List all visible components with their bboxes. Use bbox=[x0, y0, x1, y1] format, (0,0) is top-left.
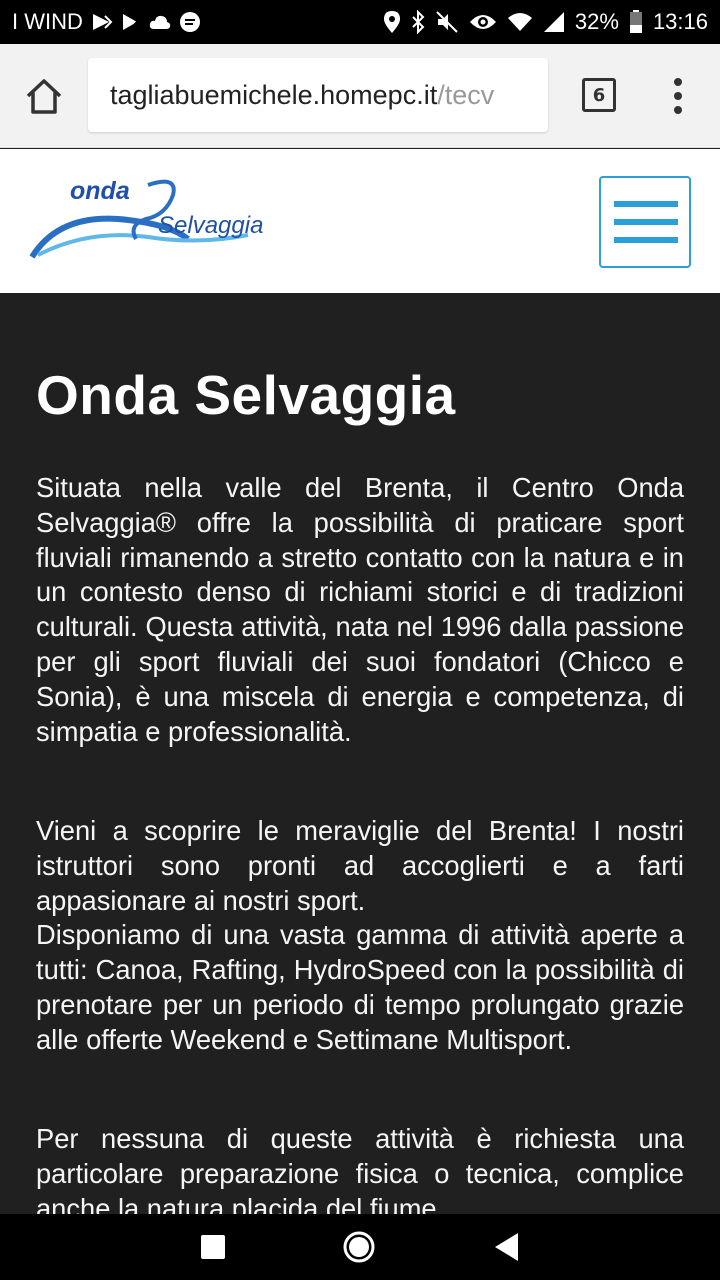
bluetooth-icon bbox=[411, 10, 425, 34]
main-content: Onda Selvaggia Situata nella valle del B… bbox=[0, 293, 720, 1214]
discover-paragraph-group: Vieni a scoprire le meraviglie del Brent… bbox=[36, 814, 684, 1058]
url-domain: tagliabuemichele.homepc.it bbox=[110, 79, 438, 110]
battery-percent: 32% bbox=[574, 9, 619, 34]
intro-paragraph: Situata nella valle del Brenta, il Centr… bbox=[36, 472, 684, 747]
recents-icon bbox=[201, 1235, 225, 1259]
download-icon bbox=[121, 12, 141, 32]
cloud-icon bbox=[149, 14, 171, 30]
message-icon bbox=[179, 11, 201, 33]
home-nav-button[interactable] bbox=[342, 1230, 376, 1264]
tab-switcher-button[interactable]: 6 bbox=[582, 78, 616, 112]
discover-paragraph: Vieni a scoprire le meraviglie del Brent… bbox=[36, 815, 684, 916]
more-vert-icon bbox=[674, 78, 682, 114]
play-store-icon bbox=[91, 12, 113, 32]
mute-icon bbox=[435, 10, 459, 34]
eye-icon bbox=[469, 12, 497, 32]
status-bar: I WIND 32% 13:16 bbox=[0, 0, 720, 44]
system-nav-bar bbox=[0, 1214, 720, 1280]
hamburger-line bbox=[614, 237, 678, 243]
battery-icon bbox=[629, 10, 643, 34]
hamburger-line bbox=[614, 219, 678, 225]
preparation-paragraph: Per nessuna di queste attività è richies… bbox=[36, 1123, 684, 1214]
address-bar[interactable]: tagliabuemichele.homepc.it/tecv bbox=[88, 58, 548, 132]
browser-menu-button[interactable] bbox=[664, 76, 692, 116]
back-icon bbox=[495, 1233, 518, 1261]
signal-icon bbox=[543, 11, 565, 33]
clock: 13:16 bbox=[652, 9, 708, 34]
home-circle-icon bbox=[343, 1231, 375, 1263]
site-logo[interactable]: onda Selvaggia bbox=[28, 175, 290, 269]
home-icon bbox=[26, 79, 62, 114]
logo-word-selvaggia: Selvaggia bbox=[158, 212, 263, 239]
page-title: Onda Selvaggia bbox=[36, 364, 456, 426]
recents-button[interactable] bbox=[196, 1230, 230, 1264]
browser-toolbar: tagliabuemichele.homepc.it/tecv 6 bbox=[0, 44, 720, 148]
hamburger-line bbox=[614, 201, 678, 207]
logo-word-onda: onda bbox=[70, 177, 130, 205]
home-button[interactable] bbox=[24, 76, 64, 116]
wifi-icon bbox=[507, 12, 533, 32]
activities-paragraph: Disponiamo di una vasta gamma di attivit… bbox=[36, 919, 684, 1055]
back-button[interactable] bbox=[490, 1230, 524, 1264]
site-header: onda Selvaggia bbox=[0, 149, 720, 293]
hamburger-menu-button[interactable] bbox=[599, 176, 691, 268]
carrier-label: I WIND bbox=[12, 9, 83, 34]
url-path: /tecv bbox=[437, 79, 495, 110]
location-icon bbox=[383, 10, 401, 34]
